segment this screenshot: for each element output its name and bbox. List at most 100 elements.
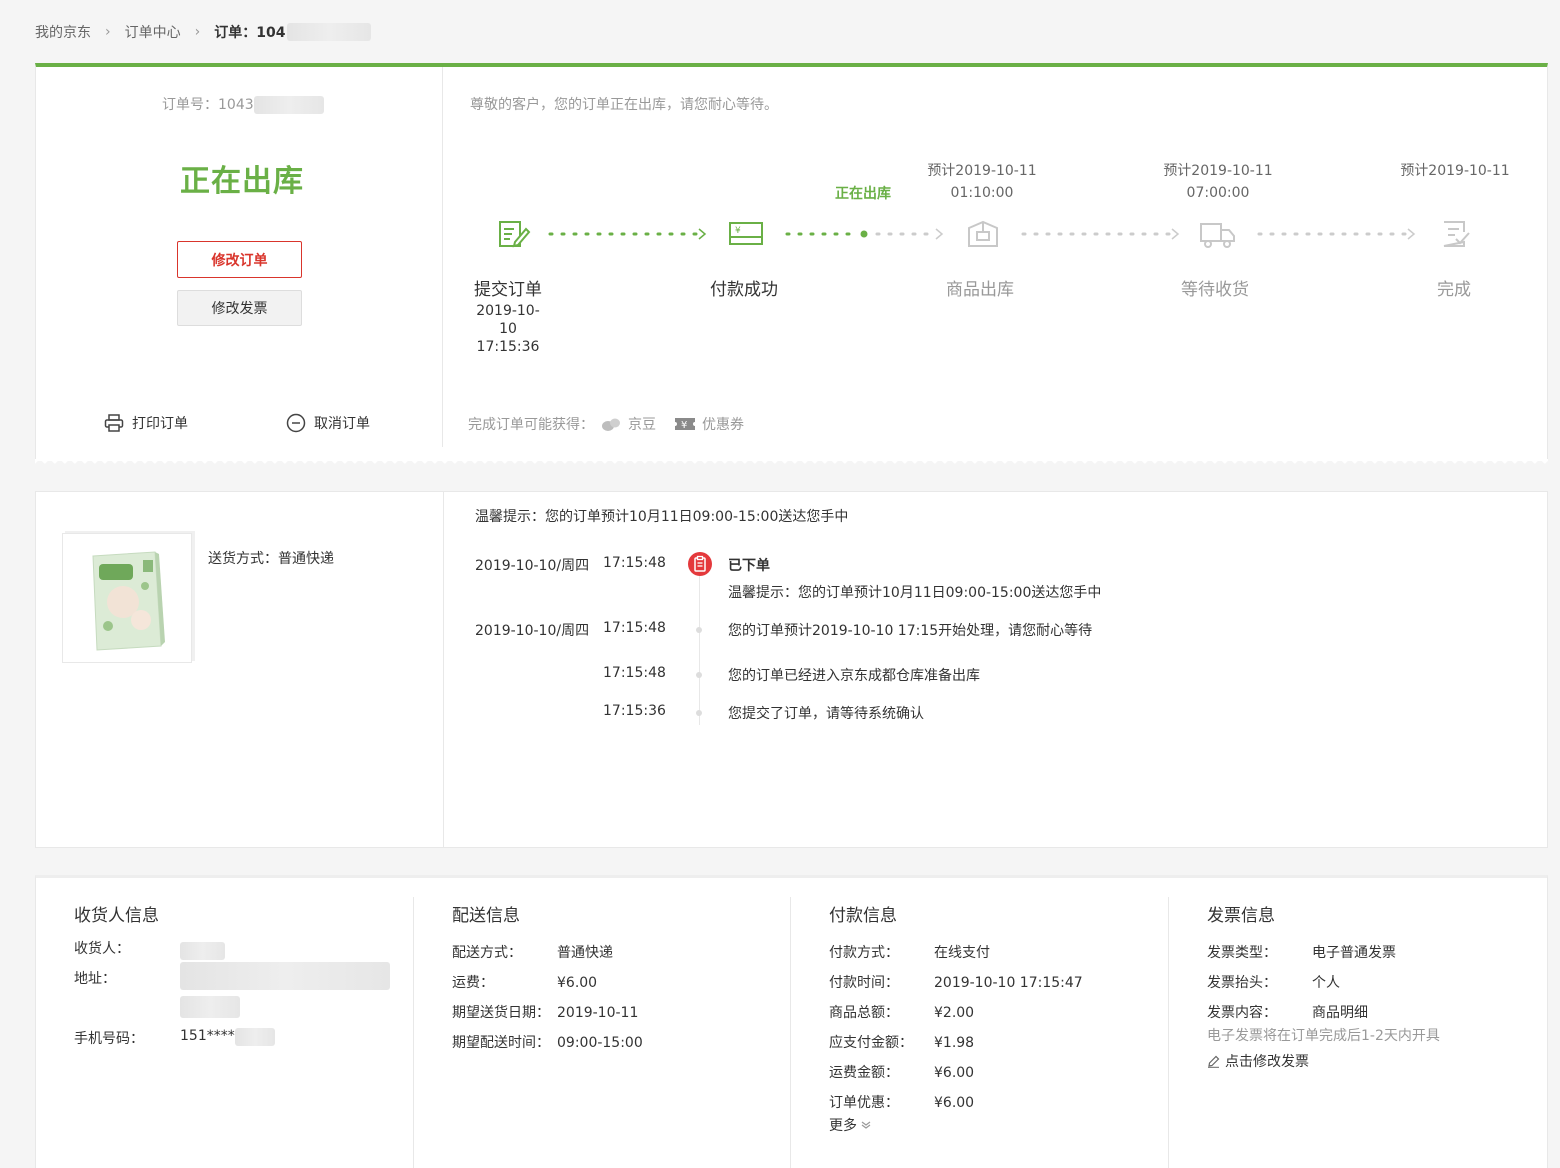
minus-circle-icon xyxy=(286,413,306,433)
truck-icon xyxy=(1200,223,1235,248)
payment-row-value: 在线支付 xyxy=(934,945,990,961)
receiver-address-label: 地址： xyxy=(74,971,116,987)
printer-icon xyxy=(104,414,124,432)
invoice-note: 电子发票将在订单完成后1-2天内开具 xyxy=(1207,1028,1440,1044)
delivery-title: 配送信息 xyxy=(452,906,520,926)
rewards-jingdou: 京豆 xyxy=(628,417,656,433)
timeline-time: 17:15:48 xyxy=(603,555,666,571)
invoice-row-value: 个人 xyxy=(1312,975,1340,991)
payment-row-value: 2019-10-10 17:15:47 xyxy=(934,975,1083,991)
delivery-row-value: 普通快递 xyxy=(557,945,613,961)
print-order-link[interactable]: 打印订单 xyxy=(104,413,188,433)
shipping-method-value: 普通快递 xyxy=(278,551,334,567)
timeline-text: 温馨提示：您的订单预计10月11日09:00-15:00送达您手中 xyxy=(728,585,1102,601)
invoice-row-label: 发票类型： xyxy=(1207,945,1277,961)
payment-row: 付款时间： 2019-10-10 17:15:47 xyxy=(829,968,1083,998)
step-estimate-time: 07:00:00 xyxy=(1186,185,1250,201)
payment-row-value: ¥6.00 xyxy=(934,1065,975,1081)
step-estimate-date: 预计2019-10-11 xyxy=(927,163,1037,179)
jingdou-bean-icon xyxy=(602,418,620,431)
breadcrumb-home[interactable]: 我的京东 xyxy=(35,22,91,42)
order-number: 订单号：1043 xyxy=(162,94,324,114)
progress-connector-pending xyxy=(1257,228,1416,240)
progress-connector-pending xyxy=(1021,228,1180,240)
delivery-row-label: 运费： xyxy=(452,975,494,991)
order-number-label: 订单号： xyxy=(162,97,218,113)
cancel-order-label: 取消订单 xyxy=(314,416,370,432)
delivery-row: 期望送货日期： 2019-10-11 xyxy=(452,998,643,1028)
step-estimate-time: 01:10:00 xyxy=(950,185,1014,201)
product-image xyxy=(63,534,191,662)
payment-row: 应支付金额： ¥1.98 xyxy=(829,1028,1083,1058)
divider xyxy=(1168,897,1169,1168)
delivery-row-label: 期望配送时间： xyxy=(452,1035,550,1051)
masked-address-line xyxy=(180,996,240,1018)
cancel-order-link[interactable]: 取消订单 xyxy=(286,413,370,433)
step-submit-date: 2019-10-10 xyxy=(476,303,540,337)
timeline-dot xyxy=(696,710,702,716)
divider xyxy=(790,897,791,1168)
invoice-row: 发票内容： 商品明细 xyxy=(1207,998,1396,1028)
masked-order-number xyxy=(287,23,372,41)
edit-invoice-link[interactable]: 点击修改发票 xyxy=(1207,1051,1309,1071)
step-estimate: 预计2019-10-11 xyxy=(1395,160,1515,182)
rewards-label: 完成订单可能获得： xyxy=(468,417,594,433)
order-status: 正在出库 xyxy=(180,164,304,199)
delivery-row-value: 09:00-15:00 xyxy=(557,1035,643,1051)
modify-order-button[interactable]: 修改订单 xyxy=(177,241,302,278)
masked-receiver-name xyxy=(180,942,225,960)
payment-title: 付款信息 xyxy=(829,906,897,926)
step-estimate-date: 预计2019-10-11 xyxy=(1400,163,1510,179)
coupon-icon: ¥ xyxy=(675,418,695,431)
modify-invoice-button[interactable]: 修改发票 xyxy=(177,290,302,326)
delivery-row-label: 配送方式： xyxy=(452,945,522,961)
timeline-time: 17:15:48 xyxy=(603,665,666,681)
payment-row: 付款方式： 在线支付 xyxy=(829,938,1083,968)
masked-order-number xyxy=(253,96,324,114)
status-notice: 尊敬的客户，您的订单正在出库，请您耐心等待。 xyxy=(470,97,778,113)
double-chevron-down-icon xyxy=(861,1121,871,1129)
step-label-complete: 完成 xyxy=(1437,280,1471,300)
timeline-time: 17:15:48 xyxy=(603,620,666,636)
timeline-dot xyxy=(696,672,702,678)
payment-row-value: ¥1.98 xyxy=(934,1035,975,1051)
payment-row-label: 订单优惠： xyxy=(829,1095,899,1111)
payment-row: 商品总额： ¥2.00 xyxy=(829,998,1083,1028)
timeline-text: 您提交了订单，请等待系统确认 xyxy=(728,706,924,722)
timeline-dot xyxy=(696,627,702,633)
delivery-details: 配送方式： 普通快递 运费： ¥6.00 期望送货日期： 2019-10-11 期望配… xyxy=(452,938,643,1058)
payment-row-label: 应支付金额： xyxy=(829,1035,913,1051)
timeline-text: 您的订单已经进入京东成都仓库准备出库 xyxy=(728,668,980,684)
svg-text:¥: ¥ xyxy=(681,420,687,431)
invoice-row-value: 电子普通发票 xyxy=(1312,945,1396,961)
payment-more-label: 更多 xyxy=(829,1118,857,1134)
edit-invoice-label: 点击修改发票 xyxy=(1225,1054,1309,1070)
receiver-address-row: 地址： xyxy=(74,968,116,988)
payment-row-label: 运费金额： xyxy=(829,1065,899,1081)
payment-row-label: 付款时间： xyxy=(829,975,899,991)
payment-row: 运费金额： ¥6.00 xyxy=(829,1058,1083,1088)
step-label-submit: 提交订单 xyxy=(474,280,542,300)
panel-edge-decoration xyxy=(35,459,1548,467)
complete-icon xyxy=(1443,221,1470,247)
invoice-row-value: 商品明细 xyxy=(1312,1005,1368,1021)
timeline-text: 您的订单预计2019-10-10 17:15开始处理，请您耐心等待 xyxy=(728,623,1093,639)
delivery-row-value: 2019-10-11 xyxy=(557,1005,639,1021)
payment-details: 付款方式： 在线支付 付款时间： 2019-10-10 17:15:47 商品总额：… xyxy=(829,938,1083,1118)
step-estimate: 预计2019-10-11 01:10:00 xyxy=(922,160,1042,204)
progress-connector-current xyxy=(785,228,944,240)
breadcrumb-order-center[interactable]: 订单中心 xyxy=(125,22,181,42)
step-estimate-date: 预计2019-10-11 xyxy=(1163,163,1273,179)
svg-text:¥: ¥ xyxy=(735,226,741,236)
payment-more-link[interactable]: 更多 xyxy=(829,1115,871,1135)
receiver-phone-label: 手机号码： xyxy=(74,1031,144,1047)
divider xyxy=(443,492,444,847)
progress-connector-done xyxy=(548,228,707,240)
receiver-phone-value: 151**** xyxy=(180,1028,235,1044)
payment-row-label: 商品总额： xyxy=(829,1005,899,1021)
product-thumbnail[interactable] xyxy=(62,533,192,663)
delivery-row: 配送方式： 普通快递 xyxy=(452,938,643,968)
current-step-tag: 正在出库 xyxy=(835,186,891,202)
timeline-title: 已下单 xyxy=(728,558,770,574)
breadcrumb-current: 订单：104 xyxy=(214,25,286,41)
